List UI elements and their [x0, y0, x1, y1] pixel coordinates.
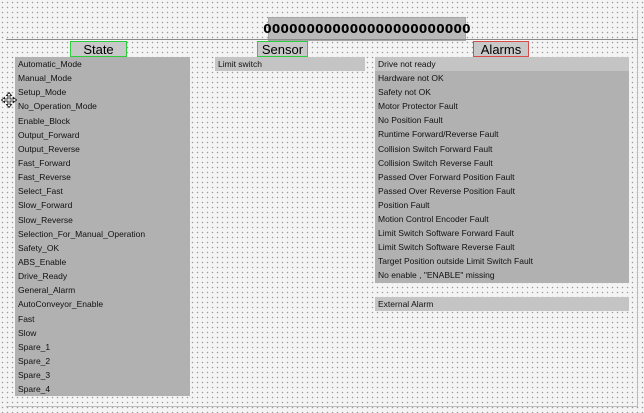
alarm-item: Collision Switch Forward Fault: [378, 143, 493, 154]
state-item: Spare_1: [18, 341, 51, 352]
alarm-item: Target Position outside Limit Switch Fau…: [378, 256, 533, 267]
state-item: Safety_OK: [18, 242, 60, 253]
move-cursor-icon: [1, 92, 17, 108]
alarm-item: Collision Switch Reverse Fault: [378, 157, 493, 168]
alarm-item: Motor Protector Fault: [378, 101, 458, 112]
alarm-item: Limit Switch Software Reverse Fault: [378, 242, 515, 253]
alarm-item: Passed Over Reverse Position Fault: [378, 185, 516, 196]
state-item: Selection_For_Manual_Operation: [18, 228, 146, 239]
alarm-item: Drive not ready: [375, 57, 629, 72]
state-item: No_Operation_Mode: [18, 101, 97, 112]
alarm-item: Hardware not OK: [378, 73, 444, 84]
alarm-item: Position Fault: [378, 199, 430, 210]
alarm-list: Drive not ready Hardware not OK Safety not…: [375, 57, 629, 283]
state-item: Output_Reverse: [18, 143, 80, 154]
state-item: Spare_3: [18, 370, 51, 381]
state-item: Slow_Reverse: [18, 214, 73, 225]
state-item: Fast_Reverse: [18, 172, 71, 183]
state-item: Slow_Forward: [18, 200, 73, 211]
alarm-item: Runtime Forward/Reverse Fault: [378, 129, 499, 140]
alarm-item: Safety not OK: [378, 87, 431, 98]
state-header: State: [70, 41, 127, 57]
frame-bottom-edge: [6, 406, 638, 407]
alarm-item: Limit Switch Software Forward Fault: [378, 228, 515, 239]
frame-right-edge: [637, 10, 638, 407]
alarm-item: No enable , "ENABLE" missing: [378, 270, 495, 281]
alarms-header: Alarms: [473, 41, 529, 57]
state-item: ABS_Enable: [18, 256, 67, 267]
state-list: Automatic_Mode Manual_Mode Setup_Mode No_Op…: [15, 57, 190, 396]
state-item: Select_Fast: [18, 186, 63, 197]
state-item: Spare_2: [18, 355, 51, 366]
state-item: Automatic_Mode: [18, 59, 82, 69]
alarm-item: Motion Control Encoder Fault: [378, 214, 489, 225]
sensor-header: Sensor: [257, 41, 308, 57]
state-item: Fast_Forward: [18, 157, 71, 168]
header-divider: [6, 39, 638, 40]
external-alarm-item: External Alarm: [375, 297, 629, 311]
sensor-item: Limit switch: [215, 57, 365, 71]
state-item: Spare_4: [18, 384, 51, 395]
state-item: General_Alarm: [18, 285, 76, 296]
state-item: Manual_Mode: [18, 73, 72, 84]
alarm-item: No Position Fault: [378, 115, 443, 126]
title-display: 000000000000000000000000: [263, 17, 470, 41]
state-item: Slow: [18, 327, 37, 338]
alarm-item: Passed Over Forward Position Fault: [378, 171, 515, 182]
external-alarm-panel: External Alarm: [375, 297, 629, 311]
state-item: AutoConveyor_Enable: [18, 299, 104, 310]
state-item: Enable_Block: [18, 115, 70, 126]
state-item: Setup_Mode: [18, 87, 67, 98]
state-item: Output_Forward: [18, 129, 80, 140]
state-item: Fast: [18, 313, 35, 324]
sensor-list: Limit switch: [215, 57, 365, 71]
state-item: Drive_Ready: [18, 271, 68, 282]
